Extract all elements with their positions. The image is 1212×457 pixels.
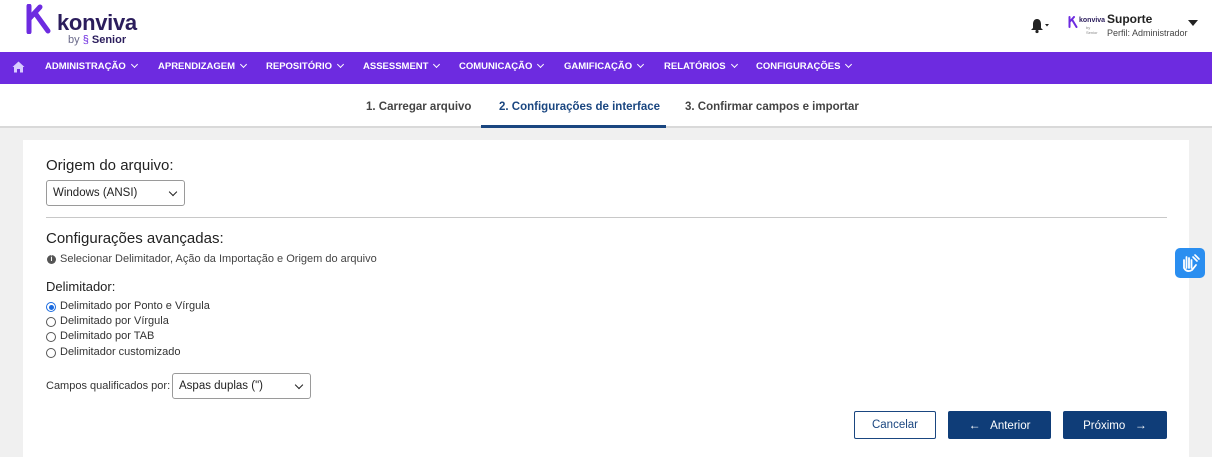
radio-label: Delimitador customizado xyxy=(60,346,181,358)
radio-label: Delimitado por Ponto e Vírgula xyxy=(60,300,210,312)
chevron-down-icon xyxy=(433,60,441,69)
info-icon: i xyxy=(47,255,56,264)
advanced-info-text: Selecionar Delimitador, Ação da Importaç… xyxy=(60,253,377,265)
nav-item-comunicacao[interactable]: COMUNICAÇÃO xyxy=(459,52,545,84)
next-button[interactable]: Próximo → xyxy=(1063,411,1167,439)
logo-byline: by § Senior xyxy=(68,34,127,46)
radio-label: Delimitado por TAB xyxy=(60,330,155,342)
previous-button[interactable]: ← Anterior xyxy=(948,411,1051,439)
main-nav: ADMINISTRAÇÃO APRENDIZAGEM REPOSITÓRIO A… xyxy=(0,52,1212,84)
previous-button-label: Anterior xyxy=(990,420,1031,432)
nav-item-aprendizagem[interactable]: APRENDIZAGEM xyxy=(158,52,248,84)
next-button-label: Próximo xyxy=(1083,420,1126,432)
chevron-down-icon xyxy=(845,60,853,69)
konviva-logo[interactable]: konviva by § Senior xyxy=(26,4,156,50)
delimiter-title: Delimitador: xyxy=(46,279,116,294)
nav-item-configuracoes[interactable]: CONFIGURAÇÕES xyxy=(756,52,853,84)
accessibility-widget[interactable] xyxy=(1175,248,1205,278)
cancel-button[interactable]: Cancelar xyxy=(854,411,936,439)
user-company-logo: konviva by Senior xyxy=(1068,15,1106,35)
step-configuracoes-interface[interactable]: 2. Configurações de interface xyxy=(499,84,660,128)
nav-item-assessment[interactable]: ASSESSMENT xyxy=(363,52,441,84)
logo-wordmark: konviva xyxy=(57,10,137,35)
origem-select-value: Windows (ANSI) xyxy=(53,187,138,199)
content-card xyxy=(23,140,1189,457)
advanced-title: Configurações avançadas: xyxy=(46,230,224,247)
user-logo-sub: by Senior xyxy=(1086,25,1098,35)
radio-button[interactable] xyxy=(46,317,56,327)
arrow-right-icon: → xyxy=(1134,418,1147,432)
nav-item-repositorio[interactable]: REPOSITÓRIO xyxy=(266,52,345,84)
radio-button[interactable] xyxy=(46,332,56,342)
home-icon[interactable] xyxy=(12,61,25,73)
bell-icon[interactable] xyxy=(1030,16,1050,34)
radio-button[interactable] xyxy=(46,348,56,358)
nav-item-administracao[interactable]: ADMINISTRAÇÃO xyxy=(45,52,138,84)
step-confirmar-campos[interactable]: 3. Confirmar campos e importar xyxy=(685,84,859,128)
nav-item-relatorios[interactable]: RELATÓRIOS xyxy=(664,52,738,84)
chevron-down-icon xyxy=(294,380,304,390)
user-logo-k-icon xyxy=(1068,16,1078,28)
origem-title: Origem do arquivo: xyxy=(46,157,174,174)
chevron-down-icon xyxy=(240,60,248,69)
origem-select[interactable]: Windows (ANSI) xyxy=(46,180,185,206)
chevron-down-icon xyxy=(336,60,345,69)
active-step-indicator xyxy=(481,125,666,128)
konviva-k-icon xyxy=(26,4,51,34)
user-role: Perfil: Administrador xyxy=(1107,28,1188,38)
campos-qualificados-label: Campos qualificados por: xyxy=(46,380,171,392)
user-name[interactable]: Suporte xyxy=(1107,12,1152,26)
nav-item-gamificacao[interactable]: GAMIFICAÇÃO xyxy=(564,52,645,84)
radio-button[interactable] xyxy=(46,302,56,312)
chevron-down-icon xyxy=(637,60,645,69)
campos-select-value: Aspas duplas (") xyxy=(179,380,263,392)
section-divider xyxy=(46,217,1167,218)
step-carregar-arquivo[interactable]: 1. Carregar arquivo xyxy=(366,84,471,128)
chevron-down-icon xyxy=(730,60,738,69)
top-header: konviva by § Senior konviva by Senior Su… xyxy=(0,0,1212,52)
chevron-down-icon xyxy=(130,60,138,69)
sign-language-hands-icon xyxy=(1183,254,1200,273)
user-logo-word: konviva xyxy=(1079,17,1106,24)
user-menu-caret-icon[interactable] xyxy=(1188,20,1198,26)
campos-qualificados-select[interactable]: Aspas duplas (") xyxy=(172,373,311,399)
arrow-left-icon: ← xyxy=(968,418,981,432)
chevron-down-icon xyxy=(537,60,545,69)
wizard-steps: 1. Carregar arquivo 2. Configurações de … xyxy=(0,84,1212,128)
radio-label: Delimitado por Vírgula xyxy=(60,315,169,327)
chevron-down-icon xyxy=(168,187,178,197)
